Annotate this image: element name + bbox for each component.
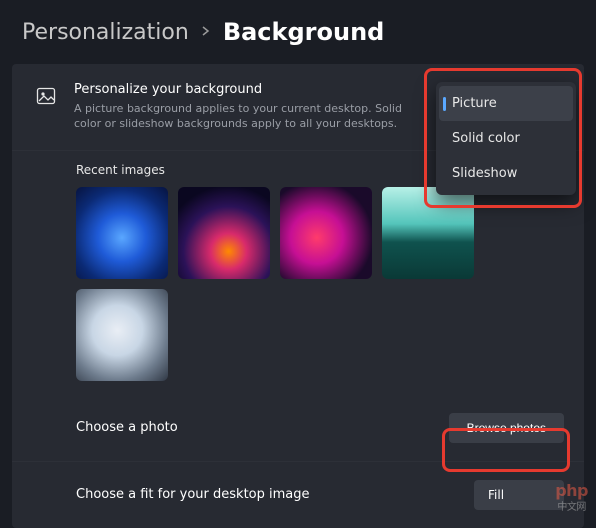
fit-select[interactable]: Fill (474, 480, 564, 510)
dropdown-option-solid-color[interactable]: Solid color (436, 121, 576, 156)
recent-images-grid (12, 187, 584, 395)
recent-thumb[interactable] (76, 187, 168, 279)
background-type-dropdown: Picture Solid color Slideshow (436, 82, 576, 195)
dropdown-option-picture[interactable]: Picture (439, 86, 573, 121)
watermark-subtext: 中文网 (555, 498, 588, 513)
choose-fit-row: Choose a fit for your desktop image Fill (12, 461, 584, 528)
choose-photo-row: Choose a photo Browse photos (12, 395, 584, 461)
image-icon (32, 86, 60, 106)
breadcrumb-parent[interactable]: Personalization (22, 20, 189, 45)
recent-thumb[interactable] (280, 187, 372, 279)
watermark: php 中文网 (555, 481, 588, 513)
personalize-description: A picture background applies to your cur… (74, 101, 404, 132)
chevron-right-icon (201, 24, 211, 40)
choose-fit-label: Choose a fit for your desktop image (32, 487, 310, 502)
choose-photo-label: Choose a photo (32, 420, 178, 435)
recent-thumb[interactable] (76, 289, 168, 381)
browse-photos-button[interactable]: Browse photos (449, 413, 564, 443)
breadcrumb: Personalization Background (0, 0, 596, 64)
recent-thumb[interactable] (178, 187, 270, 279)
breadcrumb-current: Background (223, 18, 385, 46)
recent-thumb[interactable] (382, 187, 474, 279)
dropdown-option-slideshow[interactable]: Slideshow (436, 156, 576, 191)
